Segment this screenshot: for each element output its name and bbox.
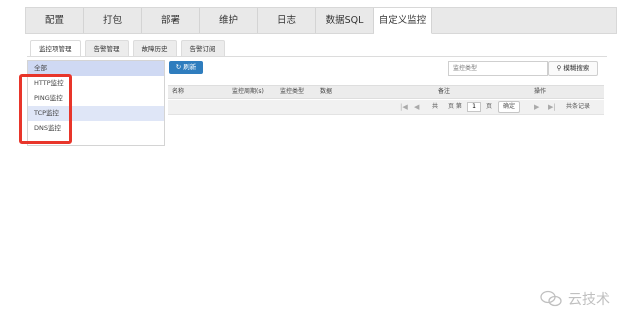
tab-config[interactable]: 配置 xyxy=(26,8,84,33)
tab-data-sql[interactable]: 数据SQL xyxy=(316,8,374,33)
search-button[interactable]: ⚲ 模糊搜索 xyxy=(548,61,598,76)
page-number-input[interactable] xyxy=(467,102,481,112)
search-icon: ⚲ xyxy=(556,64,562,72)
column-name[interactable]: 名称 xyxy=(172,86,184,98)
table-header: 名称 监控周期(s) 监控类型 数据 备注 操作 xyxy=(168,85,604,99)
tab-package[interactable]: 打包 xyxy=(84,8,142,33)
subtab-alert-subscription[interactable]: 告警订阅 xyxy=(180,40,225,57)
record-count: 共条记录 xyxy=(566,103,591,110)
refresh-label: 刷新 xyxy=(183,63,197,71)
pagination-bar: |◀ ◀ 共 页 第 页 确定 ▶ ▶| 共条记录 xyxy=(168,100,604,115)
subtab-divider xyxy=(27,56,607,57)
refresh-button[interactable]: ↻ 刷新 xyxy=(169,61,203,74)
column-period[interactable]: 监控周期(s) xyxy=(232,86,264,98)
tab-log[interactable]: 日志 xyxy=(258,8,316,33)
sub-tab-bar: 监控项管理 告警管理 故障历史 告警订阅 xyxy=(30,40,225,57)
watermark-text: 云技术 xyxy=(568,292,610,308)
prev-page-icon[interactable]: ◀ xyxy=(414,100,419,114)
last-page-icon[interactable]: ▶| xyxy=(548,100,556,114)
tab-custom-monitor[interactable]: 自定义监控 xyxy=(374,8,432,34)
page-total-prefix: 共 xyxy=(432,103,439,110)
page-suffix: 页 xyxy=(486,103,493,110)
page-label: 页 第 xyxy=(448,103,462,110)
column-type[interactable]: 监控类型 xyxy=(280,86,304,98)
subtab-alert-management[interactable]: 告警管理 xyxy=(84,40,129,57)
chat-bubble-icon xyxy=(540,290,562,307)
column-actions[interactable]: 操作 xyxy=(534,86,546,98)
highlight-box xyxy=(19,74,72,144)
column-data[interactable]: 数据 xyxy=(320,86,332,98)
top-tab-bar: 配置 打包 部署 维护 日志 数据SQL 自定义监控 xyxy=(25,7,617,34)
subtab-fault-history[interactable]: 故障历史 xyxy=(132,40,177,57)
column-remark[interactable]: 备注 xyxy=(438,86,450,98)
next-page-icon[interactable]: ▶ xyxy=(534,100,539,114)
subtab-monitor-items[interactable]: 监控项管理 xyxy=(30,40,81,57)
refresh-icon: ↻ xyxy=(175,63,182,71)
first-page-icon[interactable]: |◀ xyxy=(400,100,408,114)
search-input[interactable] xyxy=(448,61,548,76)
watermark: 云技术 xyxy=(540,289,610,309)
tab-maintain[interactable]: 维护 xyxy=(200,8,258,33)
search-button-label: 模糊搜索 xyxy=(563,64,590,72)
tab-deploy[interactable]: 部署 xyxy=(142,8,200,33)
go-button[interactable]: 确定 xyxy=(498,101,520,113)
